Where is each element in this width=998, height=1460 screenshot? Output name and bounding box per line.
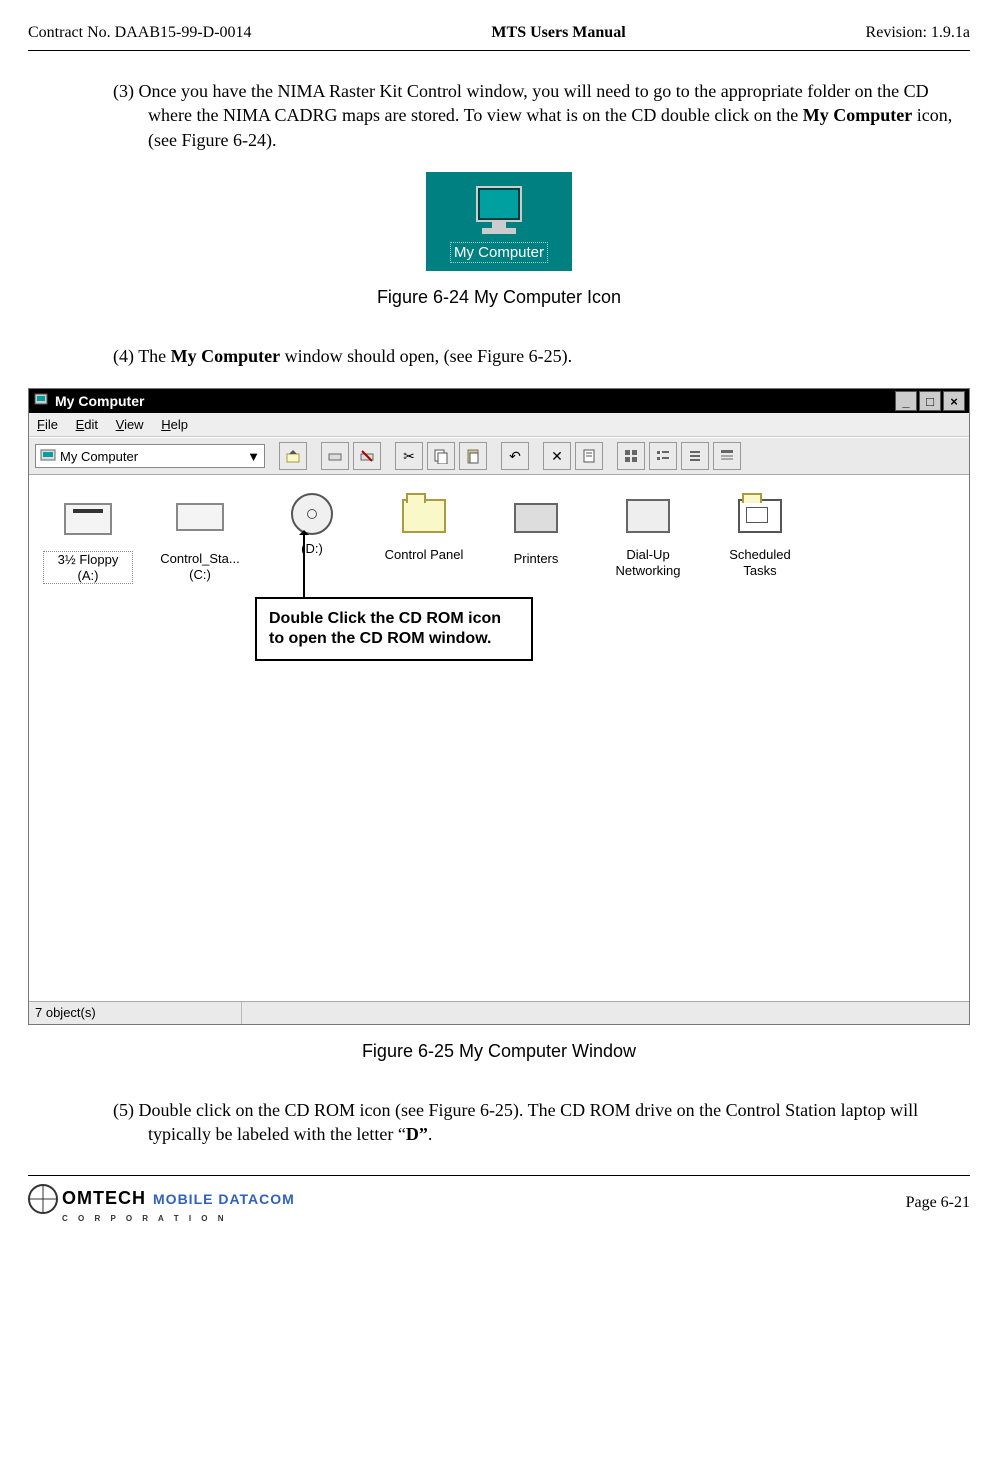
paste-button[interactable] [459, 442, 487, 470]
statusbar: 7 object(s) [29, 1001, 969, 1024]
window-icon [33, 392, 49, 411]
step-3: (3) Once you have the NIMA Raster Kit Co… [28, 79, 970, 152]
copy-button[interactable] [427, 442, 455, 470]
minimize-button[interactable]: _ [895, 391, 917, 411]
map-drive-button[interactable] [321, 442, 349, 470]
printers-label: Printers [491, 551, 581, 567]
chevron-down-icon[interactable]: ▼ [247, 449, 260, 464]
undo-button[interactable]: ↶ [501, 442, 529, 470]
close-button[interactable]: × [943, 391, 965, 411]
footer-rule [28, 1175, 970, 1176]
step-4-bold: My Computer [171, 346, 280, 366]
list-view-button[interactable] [681, 442, 709, 470]
my-computer-icon [40, 448, 56, 464]
status-right [242, 1002, 969, 1024]
delete-button[interactable]: ✕ [543, 442, 571, 470]
titlebar[interactable]: My Computer _ □ × [29, 389, 969, 413]
step-5-text-b: . [428, 1124, 433, 1144]
step-4-text-a: The [138, 346, 170, 366]
figure-6-24: My Computer [28, 172, 970, 271]
page-footer: OMTECH MOBILE DATACOM C O R P O R A T I … [28, 1184, 970, 1223]
monitor-icon [474, 186, 524, 236]
dial-up-networking-item[interactable]: Dial-UpNetworking [603, 493, 693, 578]
company-logo: OMTECH MOBILE DATACOM C O R P O R A T I … [28, 1184, 295, 1223]
cut-button[interactable]: ✂ [395, 442, 423, 470]
maximize-button[interactable]: □ [919, 391, 941, 411]
up-folder-button[interactable] [279, 442, 307, 470]
menu-view[interactable]: View [116, 417, 144, 432]
caption-6-24: Figure 6-24 My Computer Icon [28, 287, 970, 308]
step-5-bold: D” [406, 1124, 428, 1144]
revision: Revision: 1.9.1a [866, 24, 970, 42]
folder-icon [400, 499, 448, 541]
network-icon [624, 499, 672, 541]
menu-help[interactable]: Help [161, 417, 188, 432]
address-text: My Computer [60, 449, 138, 464]
control-panel-item[interactable]: Control Panel [379, 493, 469, 563]
globe-icon [28, 1184, 58, 1214]
floppy-icon [64, 503, 112, 545]
logo-sub: MOBILE DATACOM [153, 1191, 295, 1207]
control-panel-label: Control Panel [379, 547, 469, 563]
scheduled-tasks-item[interactable]: ScheduledTasks [715, 493, 805, 578]
menu-edit[interactable]: Edit [76, 417, 98, 432]
floppy-drive-item[interactable]: 3½ Floppy (A:) [43, 493, 133, 584]
step-5-text-a: Double click on the CD ROM icon (see Fig… [139, 1100, 919, 1144]
contract-number: Contract No. DAAB15-99-D-0014 [28, 24, 252, 42]
header-rule [28, 50, 970, 51]
menu-file[interactable]: FFileile [37, 417, 58, 432]
my-computer-desktop-icon[interactable]: My Computer [426, 172, 572, 271]
cd-icon [288, 493, 336, 535]
scheduled-tasks-icon [736, 499, 784, 541]
manual-title: MTS Users Manual [491, 24, 625, 42]
window-title: My Computer [55, 393, 895, 409]
my-computer-window: My Computer _ □ × FFileile Edit View Hel… [28, 388, 970, 1025]
callout-arrow [303, 533, 305, 597]
step-5: (5) Double click on the CD ROM icon (see… [28, 1098, 970, 1147]
step-4-number: (4) [113, 346, 134, 366]
cd-rom-item[interactable]: (D:) [267, 493, 357, 557]
folder-content[interactable]: 3½ Floppy (A:) Control_Sta... (C:) (D:) … [29, 475, 969, 1001]
desktop-icon-label: My Computer [450, 242, 548, 263]
large-icons-button[interactable] [617, 442, 645, 470]
printer-icon [512, 503, 560, 545]
step-3-bold: My Computer [803, 105, 912, 125]
c-drive-item[interactable]: Control_Sta... (C:) [155, 493, 245, 582]
status-text: 7 object(s) [29, 1002, 242, 1024]
small-icons-button[interactable] [649, 442, 677, 470]
properties-button[interactable] [575, 442, 603, 470]
page-number: Page 6-21 [906, 1194, 970, 1212]
c-drive-label: Control_Sta... (C:) [155, 551, 245, 582]
menubar: FFileile Edit View Help [29, 413, 969, 437]
dun-label: Dial-UpNetworking [603, 547, 693, 578]
printers-item[interactable]: Printers [491, 493, 581, 567]
details-view-button[interactable] [713, 442, 741, 470]
cd-label: (D:) [267, 541, 357, 557]
step-4-text-b: window should open, (see Figure 6-25). [280, 346, 572, 366]
logo-corp: C O R P O R A T I O N [62, 1214, 295, 1223]
logo-main: OMTECH [62, 1188, 146, 1208]
caption-6-25: Figure 6-25 My Computer Window [28, 1041, 970, 1062]
toolbar: My Computer ▼ ✂ ↶ ✕ [29, 437, 969, 475]
address-dropdown[interactable]: My Computer ▼ [35, 444, 265, 468]
step-5-number: (5) [113, 1100, 134, 1120]
step-4: (4) The My Computer window should open, … [28, 344, 970, 368]
floppy-label: 3½ Floppy (A:) [43, 551, 133, 584]
drive-icon [176, 503, 224, 545]
page-header: Contract No. DAAB15-99-D-0014 MTS Users … [28, 24, 970, 42]
step-3-number: (3) [113, 81, 134, 101]
scheduled-tasks-label: ScheduledTasks [715, 547, 805, 578]
disconnect-drive-button[interactable] [353, 442, 381, 470]
callout-annotation: Double Click the CD ROM icon to open the… [255, 597, 533, 661]
